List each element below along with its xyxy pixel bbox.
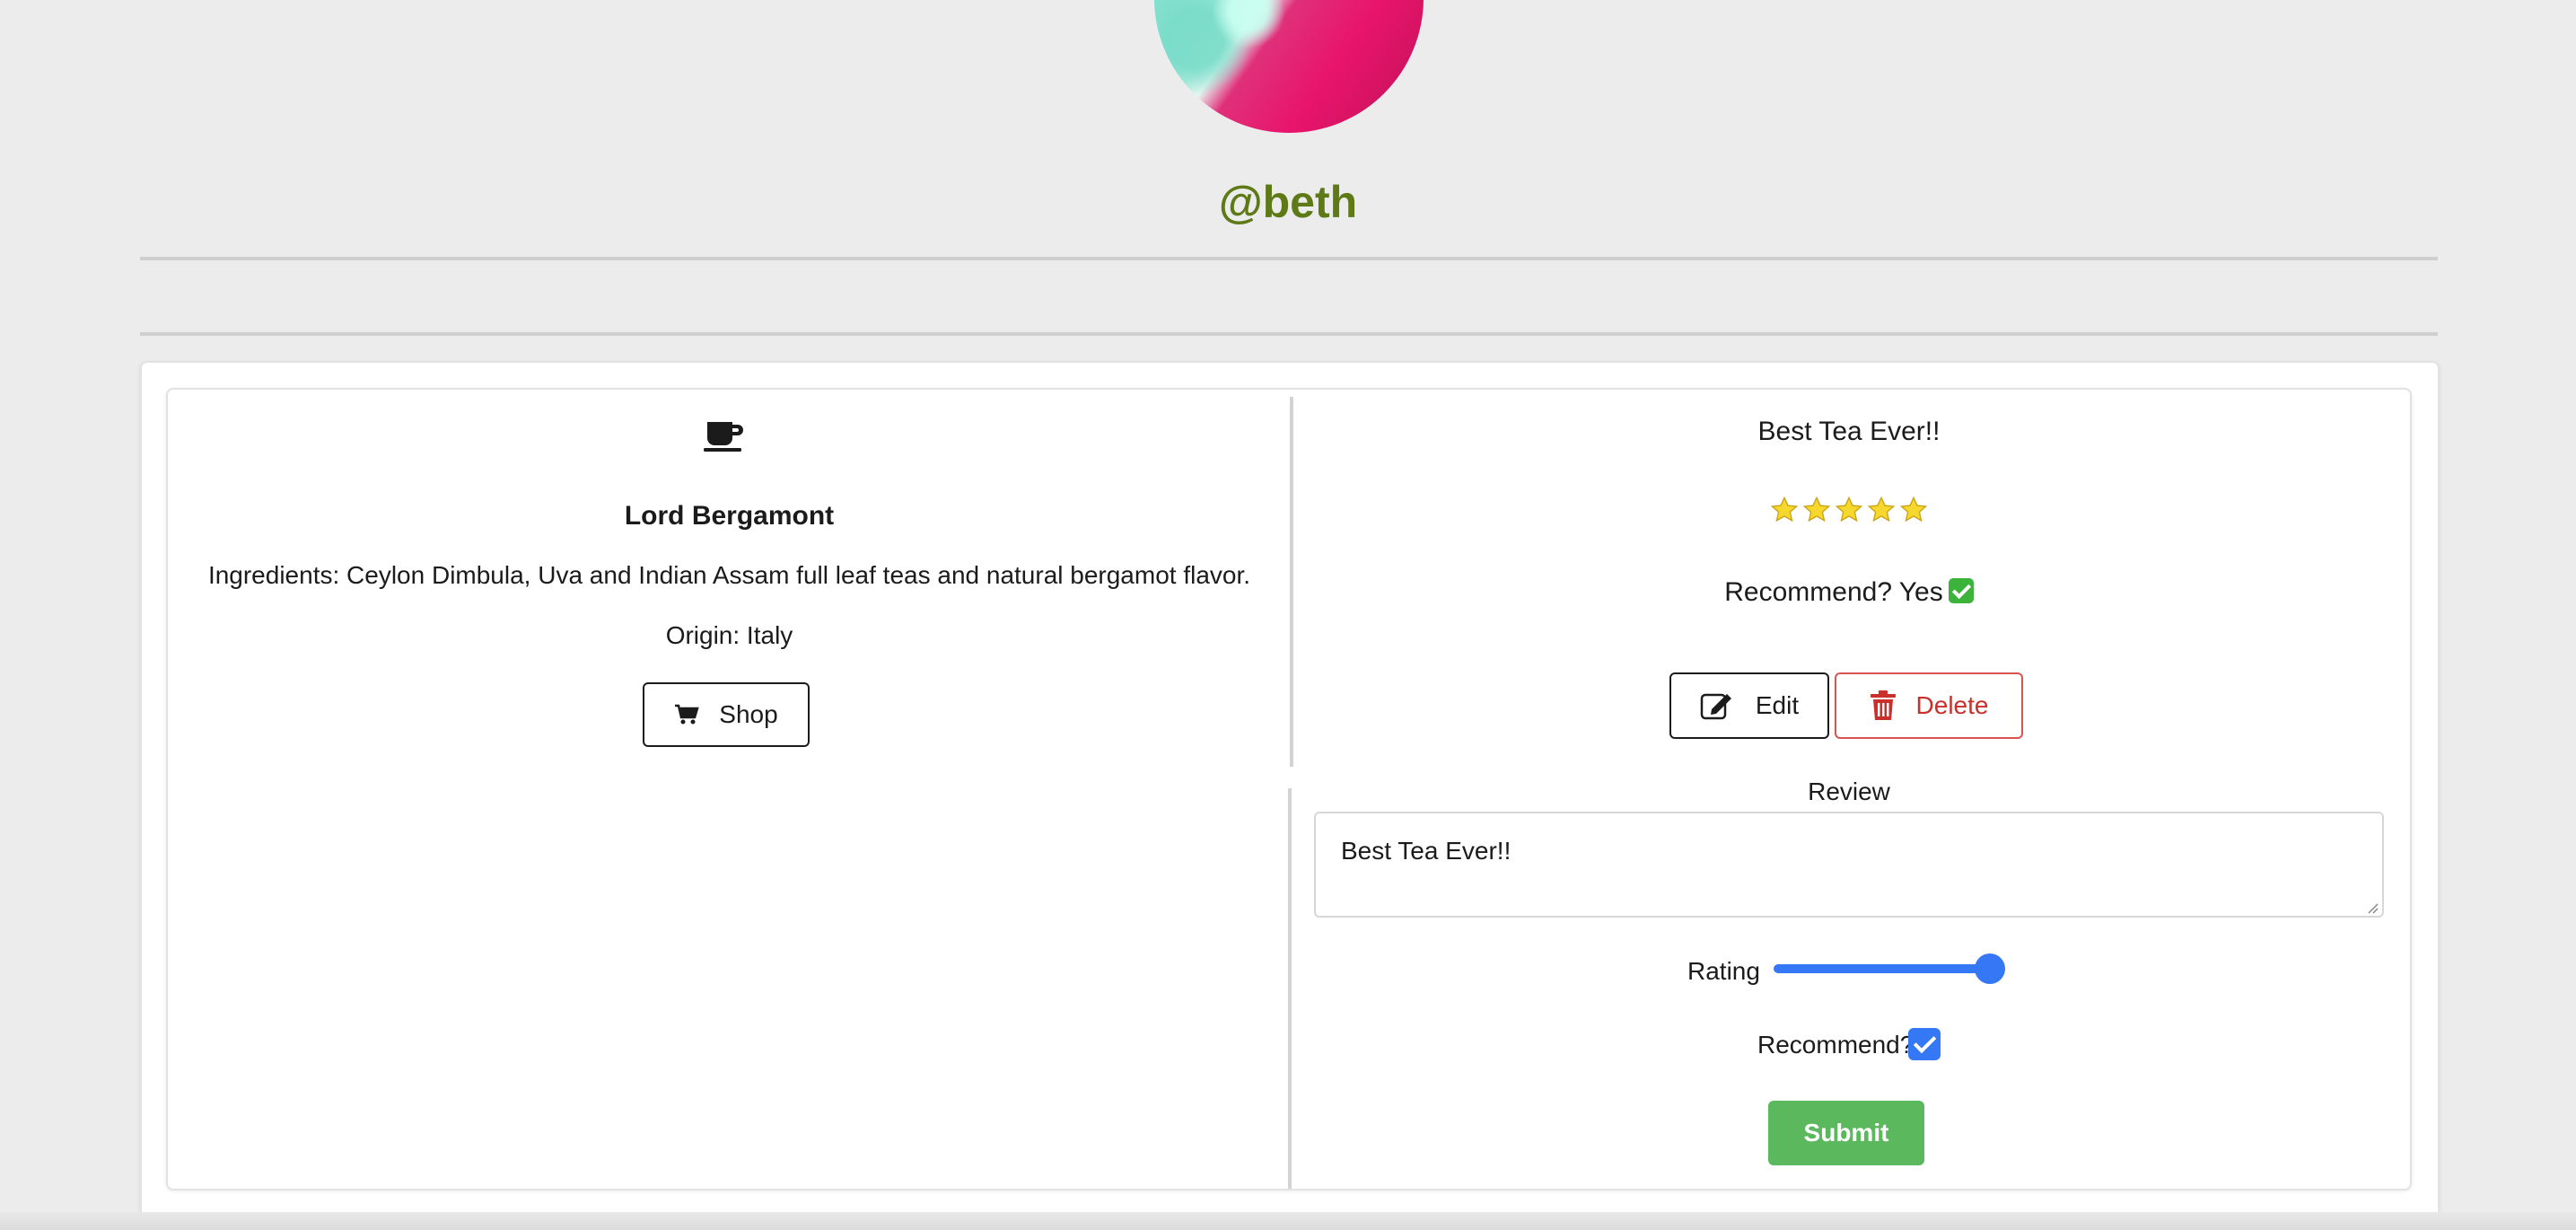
delete-button[interactable]: Delete (1835, 672, 2023, 739)
star-icon (1802, 496, 1831, 523)
resize-grip-icon[interactable] (2366, 901, 2379, 914)
page-footer-shadow (0, 1212, 2576, 1230)
coffee-cup-icon (704, 422, 743, 452)
trash-icon (1870, 690, 1896, 720)
recommend-status-text: Recommend? Yes (1724, 577, 1943, 607)
star-rating (1770, 496, 1928, 524)
star-icon (1770, 496, 1799, 523)
edit-icon (1700, 693, 1731, 720)
recommend-checkbox[interactable] (1908, 1028, 1941, 1060)
recommend-status: Recommend? Yes (1292, 577, 2405, 608)
submit-button[interactable]: Submit (1768, 1101, 1924, 1165)
column-divider-lower (1288, 788, 1292, 1189)
rating-slider[interactable] (1774, 964, 1993, 973)
divider-top (140, 257, 2438, 260)
shop-label: Shop (719, 700, 778, 728)
review-title: Best Tea Ever!! (1757, 417, 1941, 446)
tea-origin: Origin: Italy (665, 621, 793, 649)
delete-label: Delete (1915, 691, 1989, 719)
avatar (1154, 0, 1424, 133)
tea-name: Lord Bergamont (624, 501, 835, 531)
edit-button[interactable]: Edit (1669, 672, 1829, 739)
rating-slider-thumb[interactable] (1975, 953, 2005, 984)
tea-ingredients: Ingredients: Ceylon Dimbula, Uva and Ind… (207, 561, 1251, 589)
star-icon (1835, 496, 1863, 523)
review-field-label: Review (1808, 778, 1890, 805)
shop-button[interactable]: Shop (643, 682, 810, 747)
check-mark-icon (1948, 578, 1974, 603)
recommend-label: Recommend? (1757, 1031, 1914, 1059)
star-icon (1899, 496, 1928, 523)
star-icon (1867, 496, 1896, 523)
username: @beth (1218, 177, 1358, 227)
edit-label: Edit (1755, 691, 1800, 719)
rating-label: Rating (1687, 957, 1760, 985)
divider-bottom (140, 332, 2438, 336)
cart-icon (675, 704, 699, 725)
review-textarea[interactable] (1314, 812, 2384, 918)
